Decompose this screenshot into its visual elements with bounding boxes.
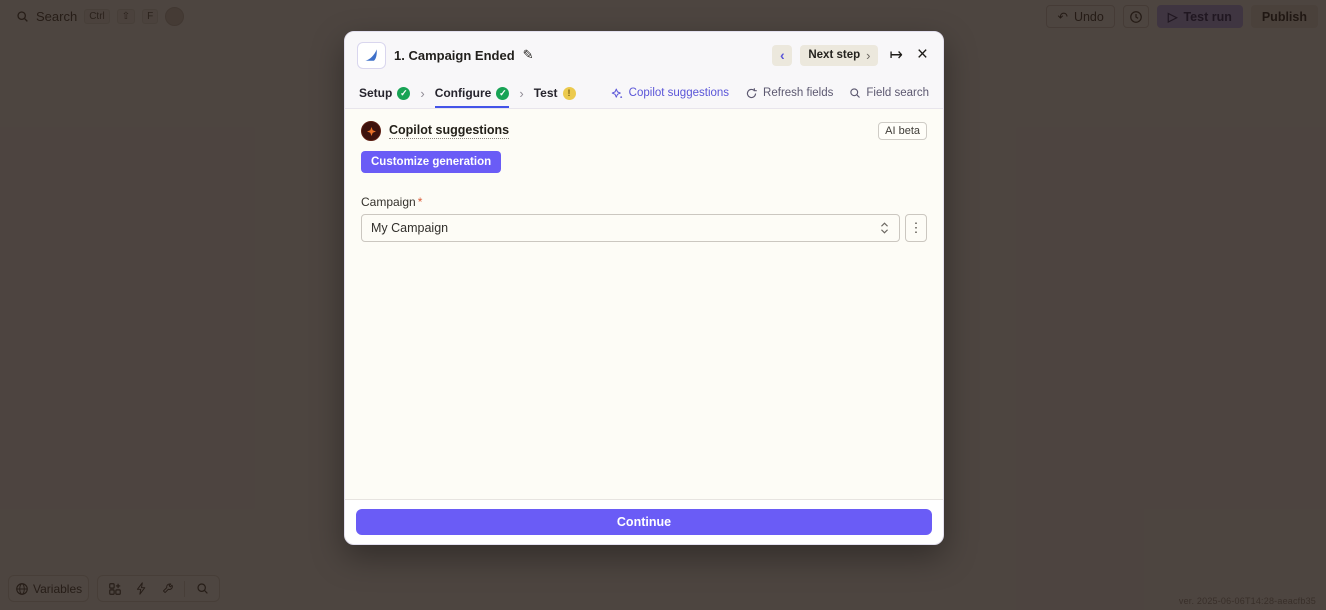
check-icon: ✓ <box>496 86 510 100</box>
step-config-modal: 1. Campaign Ended ✎ ‹ Next step › ↦ × Se… <box>344 31 944 545</box>
tab-configure-label: Configure <box>434 86 492 100</box>
tab-separator: › <box>420 85 425 101</box>
campaign-field-row: My Campaign ⋮ <box>361 214 927 242</box>
tab-setup-label: Setup <box>359 86 393 100</box>
search-icon <box>850 88 861 98</box>
copilot-badge-icon <box>361 121 381 141</box>
tab-test-label: Test <box>533 86 558 100</box>
tab-configure[interactable]: Configure ✓ <box>434 78 510 108</box>
copilot-row: Copilot suggestions AI beta <box>361 121 927 141</box>
tab-separator: › <box>519 85 524 101</box>
fin-logo-icon <box>365 48 377 61</box>
copilot-suggestions-button[interactable]: Copilot suggestions <box>611 87 729 100</box>
field-search-button[interactable]: Field search <box>849 87 929 99</box>
tab-tools: Copilot suggestions Refresh fields Field… <box>611 87 929 100</box>
chevron-right-icon: › <box>866 47 871 63</box>
campaign-field-label: Campaign * <box>361 195 927 209</box>
campaign-select[interactable]: My Campaign <box>361 214 900 242</box>
tab-test[interactable]: Test ! <box>534 78 576 108</box>
sparkle-icon <box>366 126 376 136</box>
continue-button[interactable]: Continue <box>356 509 932 535</box>
next-step-label: Next step <box>808 49 861 61</box>
ai-beta-badge: AI beta <box>878 122 927 140</box>
sparkle-icon <box>611 88 622 98</box>
customize-generation-button[interactable]: Customize generation <box>361 151 502 173</box>
edit-title-icon[interactable]: ✎ <box>523 47 534 63</box>
campaign-label-text: Campaign <box>361 195 416 209</box>
close-icon[interactable]: × <box>914 44 931 66</box>
configure-panel: Copilot suggestions AI beta Customize ge… <box>345 109 943 499</box>
modal-footer: Continue <box>345 499 943 544</box>
field-menu-button[interactable]: ⋮ <box>905 214 927 242</box>
kebab-icon: ⋮ <box>909 220 923 235</box>
refresh-fields-label: Refresh fields <box>763 87 834 99</box>
previous-step-button[interactable]: ‹ <box>772 44 793 66</box>
step-tabbar: Setup ✓ › Configure ✓ › Test ! Copilot s… <box>345 78 943 109</box>
refresh-fields-button[interactable]: Refresh fields <box>745 87 833 100</box>
modal-header: 1. Campaign Ended ✎ ‹ Next step › ↦ × <box>345 32 943 78</box>
chevron-left-icon: ‹ <box>780 47 785 63</box>
required-asterisk: * <box>417 195 423 209</box>
copilot-suggestions-label: Copilot suggestions <box>628 87 730 99</box>
next-step-button[interactable]: Next step › <box>800 44 879 66</box>
refresh-icon <box>746 87 757 98</box>
campaign-select-value: My Campaign <box>371 221 449 235</box>
app-logo <box>357 41 386 69</box>
copilot-title: Copilot suggestions <box>389 123 510 139</box>
step-title: 1. Campaign Ended <box>394 47 515 63</box>
check-icon: ✓ <box>397 86 411 100</box>
field-search-label: Field search <box>866 87 929 99</box>
warning-icon: ! <box>562 86 576 100</box>
tab-setup[interactable]: Setup ✓ <box>359 78 411 108</box>
collapse-panel-icon[interactable]: ↦ <box>886 45 905 65</box>
combobox-chevrons-icon <box>881 222 888 234</box>
